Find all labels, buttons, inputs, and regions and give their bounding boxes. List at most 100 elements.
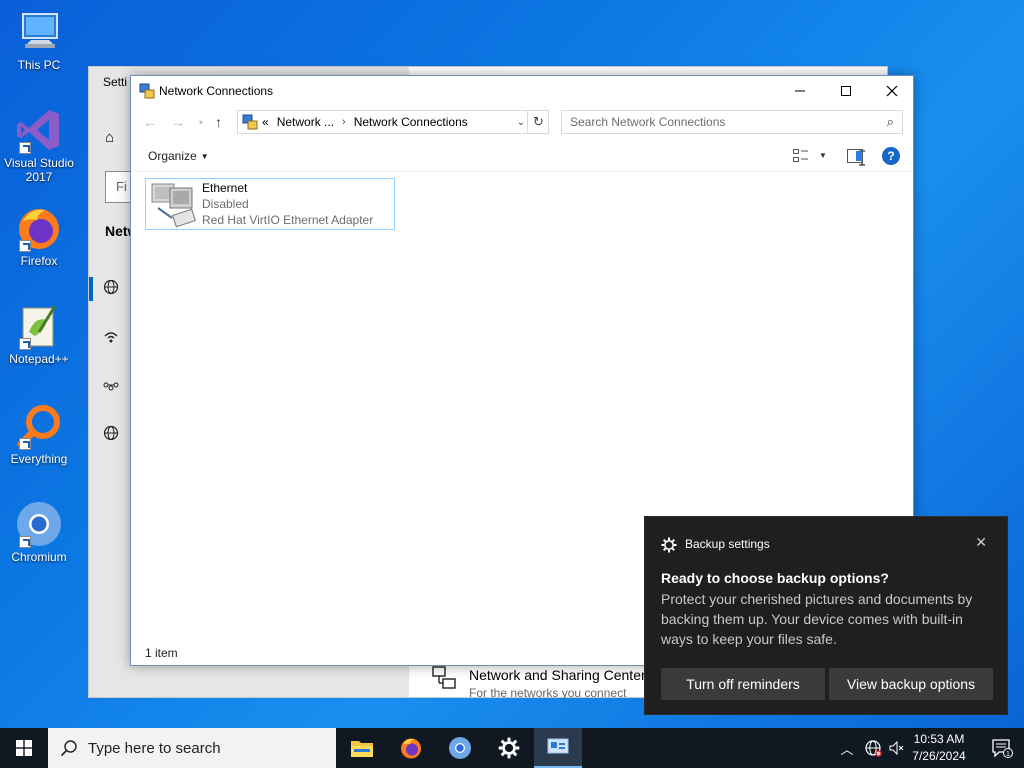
desktop-icon-label: Everything [10,452,68,466]
search-placeholder: Search Network Connections [570,115,726,129]
recent-locations-chevron-icon[interactable]: ▾ [199,118,203,127]
back-arrow-icon[interactable]: ← [143,114,157,130]
toast-app-name: Backup settings [685,537,770,551]
network-connections-icon [547,738,569,754]
organize-button[interactable]: Organize ▼ [148,149,209,163]
taskbar-search-placeholder: Type here to search [88,739,221,757]
taskbar-file-explorer[interactable] [338,728,386,768]
show-hidden-icons-chevron-icon[interactable]: ︿ [838,739,856,758]
change-view-icon[interactable] [793,149,809,163]
view-options-chevron-icon[interactable]: ▼ [819,151,827,160]
toast-body: Protect your cherished pictures and docu… [661,591,973,647]
windows-logo-icon [16,740,32,756]
taskbar-settings[interactable] [485,728,533,768]
connection-device: Red Hat VirtIO Ethernet Adapter [202,213,374,227]
search-icon [60,740,77,757]
connection-status: Disabled [202,197,249,211]
chromium-icon [15,500,63,548]
control-panel-icon [242,114,258,130]
taskbar-firefox[interactable] [387,728,435,768]
list-item-ethernet[interactable]: Ethernet Disabled Red Hat VirtIO Etherne… [145,178,395,230]
gear-icon [661,537,677,553]
breadcrumb-network[interactable]: Network ... [277,115,334,129]
desktop-icon-label: Visual Studio 2017 [4,156,74,184]
shortcut-arrow-icon [19,536,31,548]
network-sharing-center-desc: For the networks you connect [469,686,627,700]
dial-up-icon[interactable] [103,329,119,349]
everything-icon [15,402,63,450]
network-status-icon[interactable] [864,739,882,757]
taskbar-network-connections[interactable] [534,728,582,768]
action-center-button[interactable]: 1 [980,728,1024,768]
desktop-icon-everything[interactable]: Everything [0,402,78,466]
desktop-icon-label: Chromium [11,550,67,564]
breadcrumb-network-connections[interactable]: Network Connections [354,115,468,129]
close-button[interactable] [869,76,915,106]
address-overflow[interactable]: « [262,115,269,129]
this-pc-icon [15,8,63,56]
firefox-icon [15,204,63,252]
desktop-icon-label: Firefox [20,254,58,268]
toast-heading: Ready to choose backup options? [661,570,889,586]
address-bar-row: ← → ▾ ↑ « Network ... › Network Connecti… [131,106,913,166]
desktop-icon-this-pc[interactable]: This PC [0,8,78,72]
network-sharing-center-link[interactable]: Network and Sharing Center [469,667,646,683]
search-input[interactable]: Search Network Connections ⌕ [561,110,903,134]
notepad-plus-plus-icon [15,302,63,350]
taskbar-chromium[interactable] [436,728,484,768]
settings-gear-icon [498,737,520,759]
command-bar: Organize ▼ ▼ ? [131,140,913,172]
shortcut-arrow-icon [19,438,31,450]
refresh-icon[interactable]: ↻ [527,110,549,134]
desktop-icon-firefox[interactable]: Firefox [0,204,78,268]
organize-chevron-icon: ▼ [200,152,209,161]
status-globe-icon[interactable] [103,279,119,299]
desktop-icon-notepad-plus-plus[interactable]: Notepad++ [0,302,78,366]
connection-name: Ethernet [202,181,248,195]
chromium-icon [449,737,471,759]
search-icon[interactable]: ⌕ [887,114,894,130]
maximize-button[interactable] [823,76,869,106]
notification-icon: 1 [992,739,1013,758]
home-icon[interactable]: ⌂ [105,129,114,146]
taskbar-clock[interactable]: 10:53 AM 7/26/2024 [906,731,972,765]
active-nav-indicator [89,277,93,301]
taskbar-search-box[interactable]: Type here to search [48,728,336,768]
start-button[interactable] [0,728,48,768]
organize-label: Organize [148,149,197,163]
network-connections-icon [139,83,155,99]
clock-time: 10:53 AM [913,732,965,746]
shortcut-arrow-icon [19,240,31,252]
desktop-icon-label: This PC [17,58,61,72]
file-explorer-icon [351,741,373,757]
system-tray: ︿ [838,728,906,768]
clock-date: 7/26/2024 [912,749,966,763]
shortcut-arrow-icon [19,338,31,350]
notification-count: 1 [1006,751,1010,758]
desktop-icon-chromium[interactable]: Chromium [0,500,78,564]
firefox-icon [401,738,421,759]
window-titlebar[interactable]: Network Connections [131,76,913,106]
address-field[interactable]: « Network ... › Network Connections [237,110,549,134]
toast-close-icon[interactable]: ✕ [975,534,987,551]
window-title: Network Connections [159,84,274,98]
help-icon[interactable]: ? [882,147,900,165]
shortcut-arrow-icon [19,142,31,154]
volume-muted-icon[interactable] [888,739,906,757]
breadcrumb-separator-icon[interactable]: › [342,116,346,128]
minimize-button[interactable] [777,76,823,106]
up-arrow-icon[interactable]: ↑ [215,114,222,130]
vpn-icon[interactable] [103,377,119,397]
backup-toast: Backup settings ✕ Ready to choose backup… [644,516,1008,715]
forward-arrow-icon[interactable]: → [171,114,185,130]
preview-pane-icon[interactable] [847,149,863,163]
ethernet-adapter-icon [150,182,198,228]
view-backup-options-button[interactable]: View backup options [829,668,993,700]
taskbar: Type here to search ︿ 10:53 AM 7/26/2024… [0,728,1024,768]
settings-window-title: Setti [103,75,128,89]
desktop-icon-label: Notepad++ [9,352,69,366]
turn-off-reminders-button[interactable]: Turn off reminders [661,668,825,700]
network-sharing-center-icon [431,665,459,691]
desktop-icon-visual-studio[interactable]: Visual Studio 2017 [0,106,78,184]
proxy-globe-icon[interactable] [103,425,119,445]
